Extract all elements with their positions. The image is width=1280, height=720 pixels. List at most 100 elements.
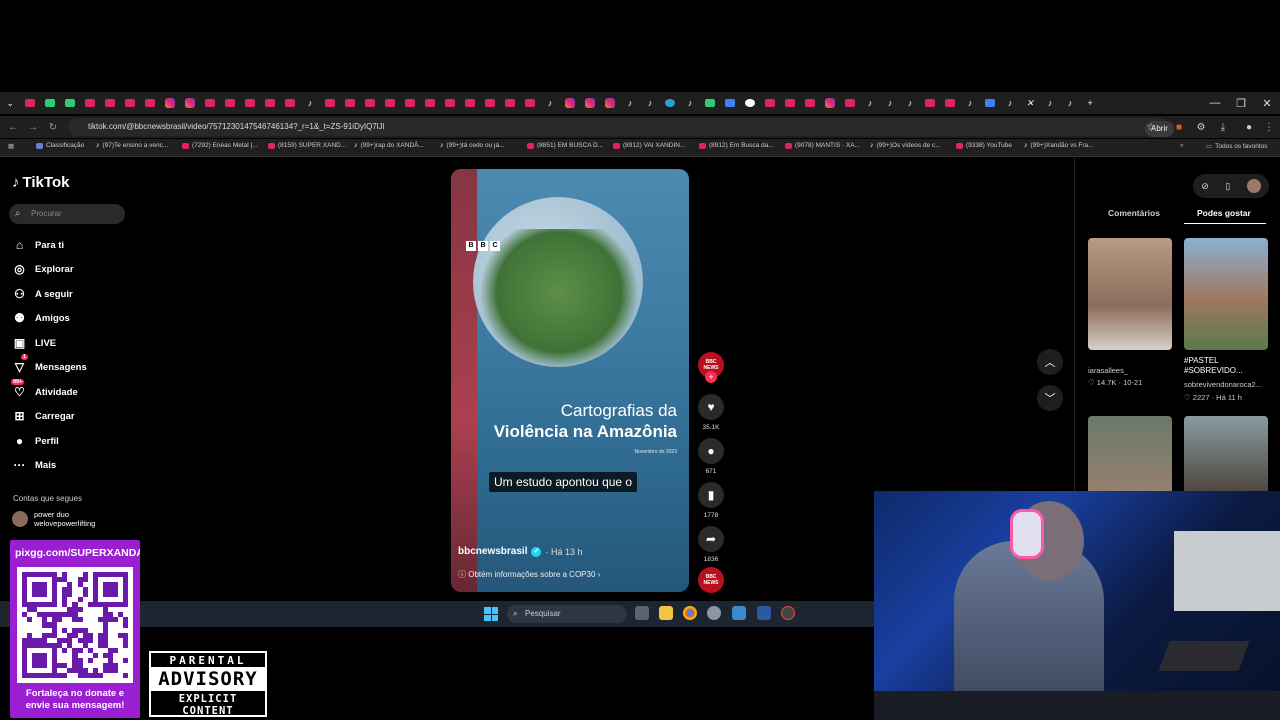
new-tab-button[interactable]: + — [1080, 92, 1100, 114]
phone-icon[interactable]: ▯ — [1225, 181, 1230, 192]
video-author[interactable]: bbcnewsbrasil ✓ · Há 13 h — [458, 546, 583, 557]
browser-tab[interactable] — [520, 92, 540, 114]
browser-tab[interactable] — [740, 92, 760, 114]
browser-tab[interactable] — [760, 92, 780, 114]
browser-tab[interactable] — [120, 92, 140, 114]
bookmark-star-icon[interactable]: ☆ — [1142, 116, 1160, 138]
taskbar-search-input[interactable]: ⌕ Pesquisar — [507, 605, 627, 623]
browser-tab[interactable]: ♪ — [300, 92, 320, 114]
nav-explore[interactable]: ◎ Explorar — [12, 262, 73, 276]
browser-tab[interactable] — [460, 92, 480, 114]
browser-tab[interactable] — [100, 92, 120, 114]
browser-tab[interactable] — [40, 92, 60, 114]
browser-tab[interactable]: ♪ — [540, 92, 560, 114]
more-bookmarks-icon[interactable]: » — [1180, 142, 1184, 149]
nav-upload[interactable]: ⊞ Carregar — [12, 409, 74, 423]
bookmark-item[interactable]: (9338) YouTube — [956, 142, 1012, 149]
browser-tab[interactable] — [440, 92, 460, 114]
browser-tab[interactable] — [780, 92, 800, 114]
nav-activity[interactable]: ♡ 99+ Atividade — [11, 379, 78, 399]
bookmark-item[interactable]: ♪ (99+)Os vídeos de c... — [870, 142, 941, 149]
bookmark-item[interactable]: (8159) SUPER XAND... — [268, 142, 346, 149]
browser-tab[interactable]: ♪ — [620, 92, 640, 114]
browser-tab[interactable]: ♪ — [860, 92, 880, 114]
compass-icon[interactable]: ⊘ — [1201, 181, 1209, 192]
browser-tab[interactable] — [580, 92, 600, 114]
bookmark-item[interactable]: (9078) MANTIS · XA... — [785, 142, 860, 149]
windows-start-icon[interactable] — [484, 607, 498, 621]
nav-more[interactable]: ··· Mais — [12, 458, 57, 472]
bookmark-item[interactable]: ♪ (99+)tá cedo ou já... — [440, 142, 505, 149]
browser-tab[interactable] — [180, 92, 200, 114]
browser-tab[interactable] — [700, 92, 720, 114]
downloads-icon[interactable]: ⤓ — [1214, 116, 1232, 138]
suggested-video-author[interactable]: sobrevivendonaroca2... — [1184, 380, 1262, 389]
close-tab-icon[interactable]: ✕ — [1020, 92, 1040, 114]
browser-tab[interactable] — [80, 92, 100, 114]
browser-tab[interactable] — [980, 92, 1000, 114]
browser-tab[interactable] — [360, 92, 380, 114]
comment-button[interactable]: ● 671 — [698, 438, 724, 475]
profile-avatar[interactable]: ● — [1240, 116, 1258, 138]
extension-icon[interactable]: ■ — [1170, 116, 1188, 138]
reload-button[interactable]: ↻ — [44, 116, 62, 138]
browser-tab[interactable] — [140, 92, 160, 114]
suggested-video-thumbnail[interactable] — [1088, 238, 1172, 350]
nav-profile[interactable]: ● Perfil — [12, 434, 59, 448]
browser-tab[interactable]: ⌄ — [0, 92, 20, 114]
settings-icon[interactable] — [707, 606, 721, 620]
browser-tab[interactable] — [240, 92, 260, 114]
browser-tab[interactable]: ♪ — [1040, 92, 1060, 114]
chrome-icon[interactable] — [683, 606, 697, 620]
browser-tab[interactable] — [60, 92, 80, 114]
nav-friends[interactable]: ⚉ Amigos — [12, 311, 70, 325]
browser-tab[interactable]: ♪ — [900, 92, 920, 114]
bookmark-item[interactable]: ♪ (99+)Xandão vs Fra... — [1024, 142, 1094, 149]
suggested-video-author[interactable]: iarasallees_ — [1088, 366, 1128, 375]
app-icon[interactable] — [781, 606, 795, 620]
browser-tab[interactable] — [920, 92, 940, 114]
app-icon[interactable] — [757, 606, 771, 620]
search-input[interactable]: ⌕ Procurar — [9, 204, 125, 224]
browser-tab[interactable] — [400, 92, 420, 114]
browser-tab[interactable] — [380, 92, 400, 114]
nav-messages[interactable]: ▽ 1 Mensagens — [12, 354, 87, 374]
follow-plus-icon[interactable]: + — [705, 371, 717, 383]
tab-comments[interactable]: Comentários — [1108, 208, 1160, 218]
browser-tab[interactable] — [600, 92, 620, 114]
browser-tab[interactable]: ♪ — [680, 92, 700, 114]
like-button[interactable]: ♥ 35.1K — [698, 394, 724, 431]
url-field[interactable]: tiktok.com/@bbcnewsbrasil/video/75712301… — [68, 118, 1174, 165]
previous-video-button[interactable]: ︿ — [1037, 349, 1063, 375]
browser-tab[interactable] — [720, 92, 740, 114]
browser-tab[interactable] — [160, 92, 180, 114]
browser-tab[interactable] — [200, 92, 220, 114]
bookmark-item[interactable]: (8851) EM BUSCA D... — [527, 142, 603, 149]
browser-tab[interactable] — [480, 92, 500, 114]
share-button[interactable]: ➦ 1836 — [698, 526, 724, 563]
tab-suggested[interactable]: Podes gostar — [1197, 208, 1251, 218]
file-explorer-icon[interactable] — [659, 606, 673, 620]
tiktok-logo[interactable]: ♪ TikTok — [12, 174, 69, 191]
cop30-info-link[interactable]: ⓘ Obtém informações sobre a COP30 › — [458, 569, 600, 580]
close-window-button[interactable]: ✕ — [1254, 92, 1280, 114]
browser-tab[interactable]: ♪ — [880, 92, 900, 114]
browser-tab[interactable] — [280, 92, 300, 114]
browser-tab[interactable] — [660, 92, 680, 114]
browser-tab[interactable] — [220, 92, 240, 114]
avatar[interactable] — [1246, 179, 1261, 193]
video-player[interactable]: B B C Cartografias da Violência na Amazô… — [451, 169, 689, 592]
extensions-puzzle-icon[interactable]: ⚙ — [1192, 116, 1210, 138]
bookmark-item[interactable]: ♪ (97)Te ensino a venc... — [96, 142, 168, 149]
all-favorites-folder[interactable]: ▭ Todos os favoritos — [1206, 142, 1268, 151]
browser-tab[interactable] — [260, 92, 280, 114]
bookmark-item[interactable]: Classificação — [36, 142, 84, 149]
nav-live[interactable]: ▣ LIVE — [12, 336, 56, 350]
bookmark-item[interactable]: (8912) Em Busca da... — [699, 142, 774, 149]
browser-tab[interactable] — [340, 92, 360, 114]
suggested-video-thumbnail[interactable] — [1088, 416, 1172, 498]
menu-icon[interactable]: ⋮ — [1260, 116, 1278, 138]
bookmark-item[interactable]: (7292) Enéas Metal |... — [182, 142, 258, 149]
bookmark-item[interactable]: (8912) VAI XANDIN... — [613, 142, 685, 149]
browser-tab[interactable]: ♪ — [1000, 92, 1020, 114]
